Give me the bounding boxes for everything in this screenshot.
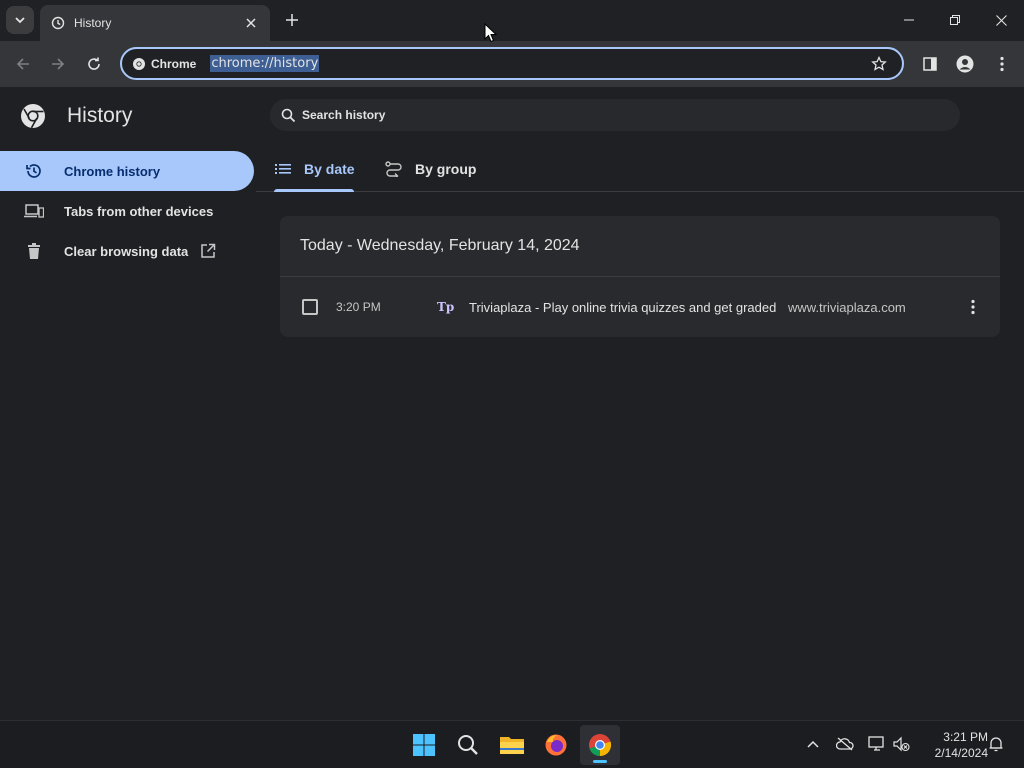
- chevron-up-icon: [807, 740, 819, 748]
- network-tray[interactable]: [866, 733, 888, 755]
- more-actions-icon[interactable]: [963, 297, 983, 317]
- side-panel-button[interactable]: [915, 49, 945, 79]
- tab-by-date[interactable]: By date: [274, 147, 355, 192]
- bookmark-star-icon[interactable]: [870, 55, 888, 73]
- open-in-new-icon: [199, 242, 217, 260]
- devices-icon: [24, 201, 44, 221]
- history-entry[interactable]: 3:20 PM Tp Triviaplaza - Play online tri…: [280, 277, 1000, 337]
- sidebar: Chrome history Tabs from other devices C…: [0, 151, 256, 271]
- volume-tray[interactable]: [890, 733, 912, 755]
- volume-muted-icon: [893, 736, 910, 752]
- firefox-icon: [545, 734, 567, 756]
- show-hidden-icons-button[interactable]: [802, 733, 824, 755]
- history-icon: [50, 15, 66, 31]
- forward-arrow-icon: [52, 58, 65, 70]
- title-bar: History: [0, 0, 1024, 41]
- history-day-card: Today - Wednesday, February 14, 2024 3:2…: [280, 216, 1000, 337]
- sidebar-item-clear-browsing-data[interactable]: Clear browsing data: [0, 231, 256, 271]
- back-arrow-icon: [16, 58, 29, 70]
- close-window-button[interactable]: [978, 0, 1024, 40]
- tab-by-group[interactable]: By group: [385, 147, 476, 191]
- taskbar: 3:21 PM 2/14/2024: [0, 720, 1024, 768]
- firefox-button[interactable]: [536, 725, 576, 765]
- chevron-down-icon: [15, 17, 25, 24]
- forward-button[interactable]: [43, 49, 73, 79]
- day-header: Today - Wednesday, February 14, 2024: [280, 216, 1000, 277]
- tab-history[interactable]: History: [40, 5, 270, 41]
- view-tabs: By date By group: [256, 147, 1024, 192]
- menu-button[interactable]: [987, 49, 1017, 79]
- new-tab-button[interactable]: [282, 10, 302, 30]
- url-text[interactable]: chrome://history: [210, 55, 320, 72]
- cloud-offline-icon: [836, 737, 854, 751]
- restore-button[interactable]: [932, 0, 978, 40]
- notifications-button[interactable]: [985, 733, 1007, 755]
- back-button[interactable]: [8, 49, 38, 79]
- windows-start-button[interactable]: [404, 725, 444, 765]
- taskbar-search-button[interactable]: [448, 725, 488, 765]
- bell-icon: [989, 737, 1003, 752]
- minimize-icon: [904, 19, 914, 21]
- reload-icon: [88, 57, 100, 70]
- browser-toolbar: Chrome chrome://history: [0, 41, 1024, 87]
- plus-icon: [286, 14, 298, 26]
- clock-time: 3:21 PM: [943, 730, 988, 744]
- list-icon: [274, 160, 292, 178]
- entry-time: 3:20 PM: [336, 300, 381, 314]
- search-history-input[interactable]: Search history: [270, 99, 960, 131]
- mouse-cursor-icon: [484, 23, 498, 43]
- tab-title: History: [74, 16, 112, 30]
- chrome-icon: [589, 734, 612, 757]
- sidebar-item-chrome-history[interactable]: Chrome history: [0, 151, 254, 191]
- file-explorer-button[interactable]: [492, 725, 532, 765]
- chrome-logo-icon: [21, 104, 45, 129]
- entry-domain: www.triviaplaza.com: [788, 299, 906, 315]
- sidebar-item-other-devices[interactable]: Tabs from other devices: [0, 191, 256, 231]
- chrome-logo-icon: [133, 57, 145, 70]
- site-info-chip[interactable]: Chrome: [132, 57, 196, 71]
- search-icon: [458, 735, 478, 755]
- site-chip-label: Chrome: [151, 56, 197, 71]
- history-page: History Search history Chrome history Ta…: [0, 87, 1024, 720]
- active-tab-indicator: [274, 189, 354, 192]
- history-icon: [24, 161, 44, 181]
- onedrive-tray[interactable]: [834, 733, 856, 755]
- address-bar[interactable]: Chrome chrome://history: [120, 47, 904, 80]
- chrome-button[interactable]: [580, 725, 620, 765]
- page-header: History: [20, 103, 132, 129]
- entry-title-link[interactable]: Triviaplaza - Play online trivia quizzes…: [469, 300, 776, 315]
- windows-start-icon: [413, 734, 435, 756]
- reload-button[interactable]: [79, 49, 109, 79]
- page-title: History: [67, 104, 133, 127]
- file-explorer-icon: [500, 737, 524, 754]
- entry-checkbox[interactable]: [302, 299, 318, 315]
- sidebar-item-label: Chrome history: [64, 163, 161, 179]
- clock-date: 2/14/2024: [934, 746, 988, 760]
- restore-icon: [950, 15, 960, 25]
- search-placeholder: Search history: [302, 108, 386, 122]
- system-clock[interactable]: 3:21 PM 2/14/2024: [918, 729, 988, 761]
- tab-label: By group: [415, 161, 477, 177]
- avatar-icon: [956, 55, 974, 73]
- tab-label: By date: [304, 161, 355, 177]
- close-icon: [995, 14, 1007, 26]
- sidebar-item-label: Clear browsing data: [64, 243, 189, 259]
- site-favicon-icon: Tp: [437, 300, 455, 314]
- tab-search-button[interactable]: [6, 6, 34, 34]
- active-app-indicator: [593, 760, 607, 763]
- close-tab-icon[interactable]: [242, 14, 260, 32]
- trash-icon: [24, 241, 44, 261]
- network-icon: [868, 736, 884, 751]
- sidebar-item-label: Tabs from other devices: [64, 203, 214, 219]
- minimize-button[interactable]: [886, 0, 932, 40]
- kebab-menu-icon: [1000, 56, 1004, 72]
- profile-button[interactable]: [950, 49, 980, 79]
- search-icon: [280, 107, 296, 123]
- side-panel-icon: [923, 57, 937, 71]
- journeys-icon: [385, 160, 403, 178]
